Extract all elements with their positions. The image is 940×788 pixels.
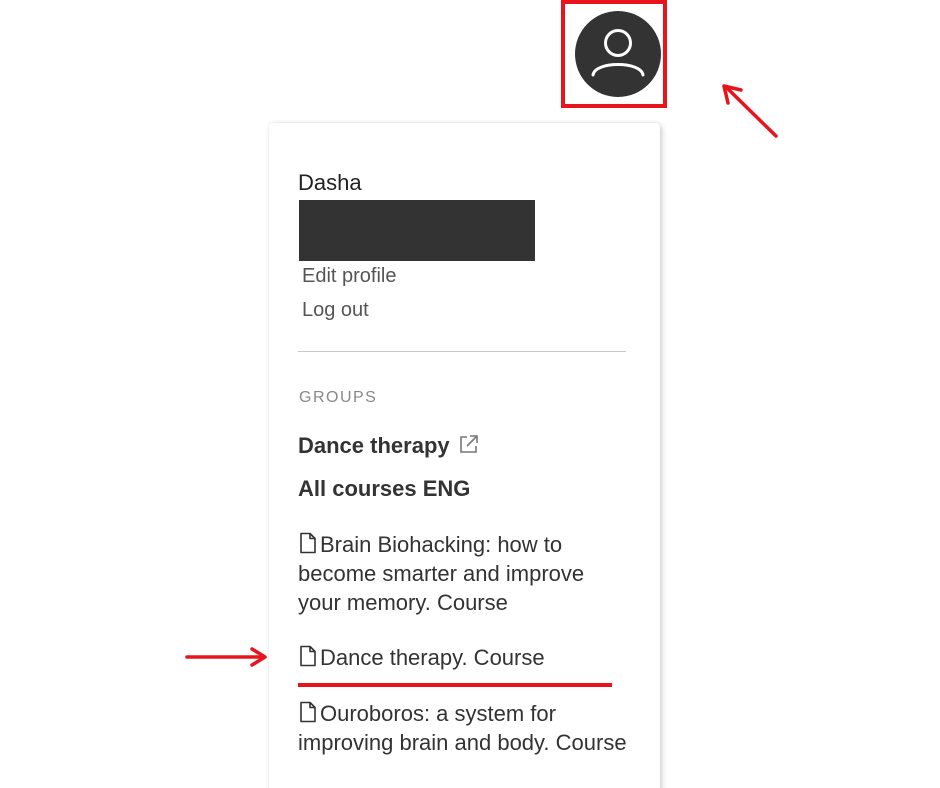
external-link-icon — [459, 435, 478, 453]
page: Dasha Edit profile Log out GROUPS Dance … — [0, 0, 940, 788]
menu-divider — [298, 351, 626, 352]
edit-profile-link[interactable]: Edit profile — [302, 265, 397, 288]
avatar-button[interactable] — [575, 11, 661, 97]
group-link-dance-therapy[interactable]: Dance therapy — [298, 433, 480, 459]
annotation-arrow-avatar — [722, 84, 778, 138]
groups-heading: GROUPS — [299, 389, 378, 406]
course-link-brain-biohacking[interactable]: Brain Biohacking: how to become smarter … — [298, 530, 628, 617]
group-label: Dance therapy — [298, 433, 450, 458]
user-name: Dasha — [298, 170, 362, 195]
course-link-ouroboros[interactable]: Ouroboros: a system for improving brain … — [298, 699, 628, 757]
course-label: Ouroboros: a system for improving brain … — [298, 701, 627, 755]
annotation-underline — [298, 683, 612, 687]
document-icon — [300, 701, 316, 723]
log-out-link[interactable]: Log out — [302, 299, 369, 322]
user-avatar-icon — [591, 29, 645, 77]
document-icon — [300, 645, 316, 667]
course-link-dance-therapy[interactable]: Dance therapy. Course — [298, 643, 628, 672]
document-icon — [300, 532, 316, 554]
group-link-all-courses-eng[interactable]: All courses ENG — [298, 476, 470, 502]
redacted-email — [299, 200, 535, 261]
course-label: Dance therapy. Course — [320, 645, 545, 670]
course-label: Brain Biohacking: how to become smarter … — [298, 532, 585, 615]
annotation-arrow-course — [185, 647, 267, 667]
